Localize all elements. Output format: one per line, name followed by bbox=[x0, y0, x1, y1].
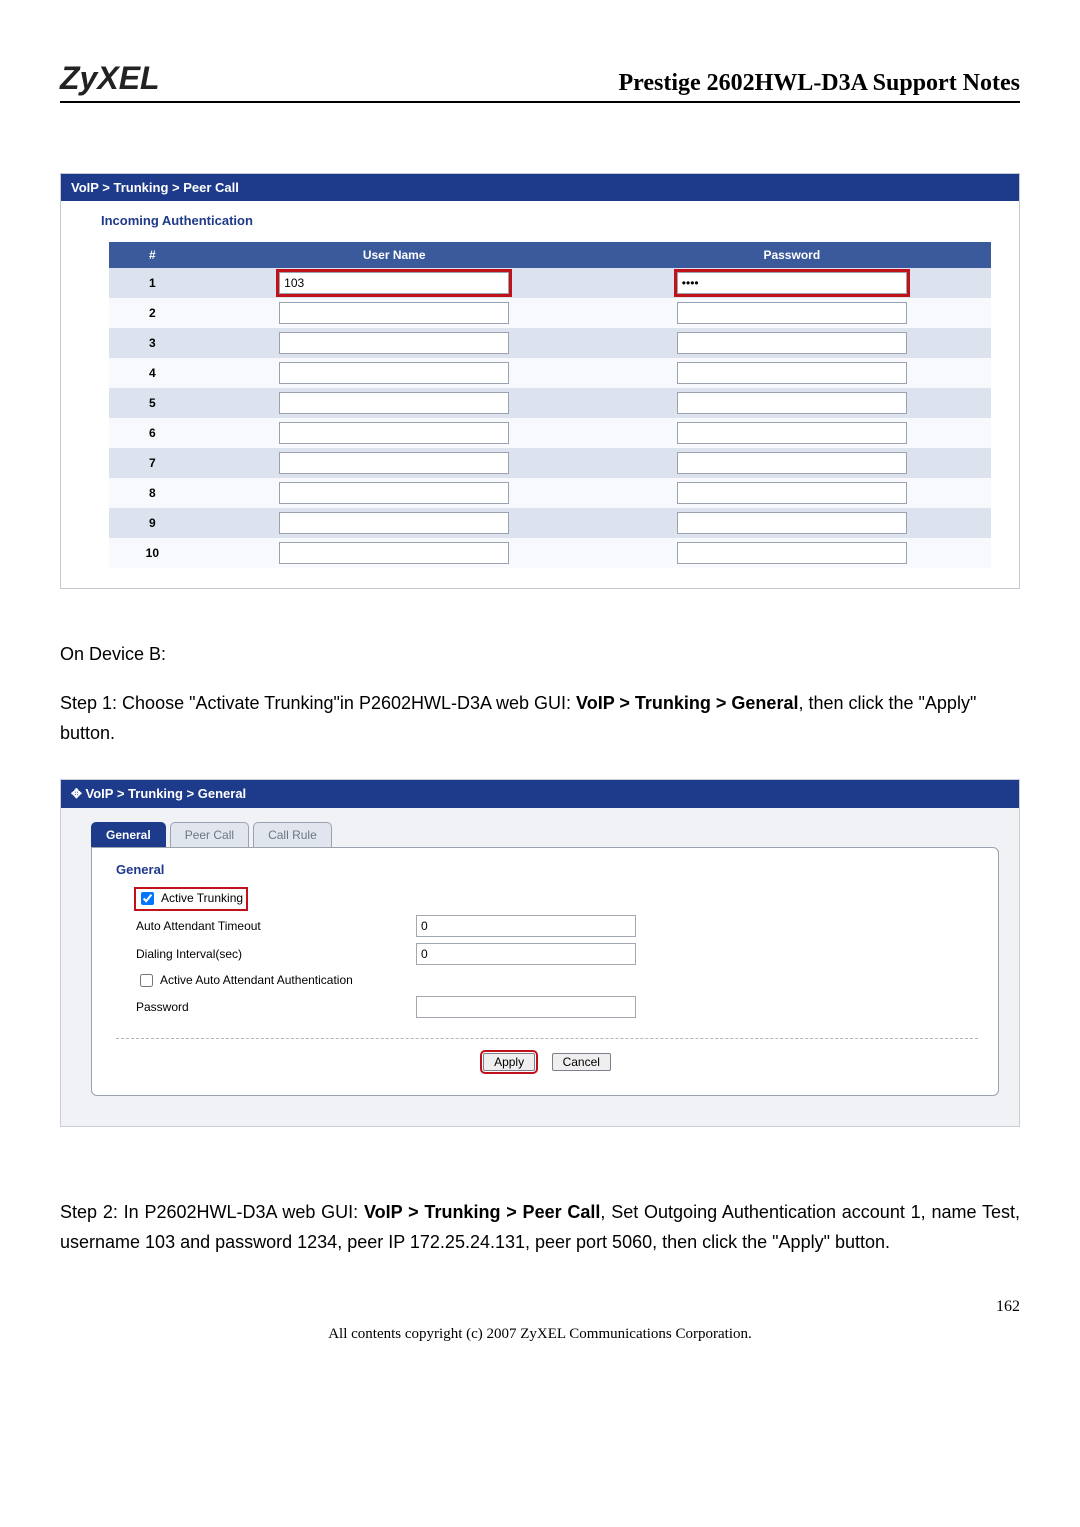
table-row: 5 bbox=[109, 388, 990, 418]
password-input[interactable] bbox=[677, 512, 907, 534]
password-input[interactable] bbox=[416, 996, 636, 1018]
password-input[interactable] bbox=[677, 272, 907, 294]
step2-text: Step 2: In P2602HWL-D3A web GUI: VoIP > … bbox=[60, 1197, 1020, 1258]
password-input[interactable] bbox=[677, 332, 907, 354]
username-input[interactable] bbox=[279, 422, 509, 444]
table-row: 8 bbox=[109, 478, 990, 508]
username-input[interactable] bbox=[279, 452, 509, 474]
breadcrumb: VoIP > Trunking > Peer Call bbox=[61, 174, 1019, 201]
password-input[interactable] bbox=[677, 542, 907, 564]
password-input[interactable] bbox=[677, 452, 907, 474]
table-row: 1 bbox=[109, 268, 990, 298]
apply-button[interactable]: Apply bbox=[483, 1053, 535, 1071]
password-label: Password bbox=[136, 1000, 416, 1014]
password-input[interactable] bbox=[677, 392, 907, 414]
username-input[interactable] bbox=[279, 362, 509, 384]
general-panel: ✥ VoIP > Trunking > General General Peer… bbox=[60, 779, 1020, 1127]
dialing-interval-label: Dialing Interval(sec) bbox=[136, 947, 416, 961]
col-username: User Name bbox=[195, 242, 593, 268]
page-number: 162 bbox=[60, 1298, 1020, 1316]
row-index: 8 bbox=[109, 478, 195, 508]
table-row: 7 bbox=[109, 448, 990, 478]
table-row: 2 bbox=[109, 298, 990, 328]
password-input[interactable] bbox=[677, 362, 907, 384]
tab-general[interactable]: General bbox=[91, 822, 166, 847]
tab-peer-call[interactable]: Peer Call bbox=[170, 822, 249, 847]
password-input[interactable] bbox=[677, 482, 907, 504]
username-input[interactable] bbox=[279, 482, 509, 504]
table-row: 3 bbox=[109, 328, 990, 358]
password-input[interactable] bbox=[677, 422, 907, 444]
cancel-button[interactable]: Cancel bbox=[552, 1053, 611, 1071]
active-trunking-label: Active Trunking bbox=[161, 891, 243, 905]
on-device-label: On Device B: bbox=[60, 639, 1020, 670]
step1-text: Step 1: Choose "Activate Trunking"in P26… bbox=[60, 688, 1020, 749]
password-input[interactable] bbox=[677, 302, 907, 324]
active-auth-label: Active Auto Attendant Authentication bbox=[160, 973, 353, 987]
username-input[interactable] bbox=[279, 542, 509, 564]
active-trunking-checkbox[interactable] bbox=[141, 892, 154, 905]
tab-bar: General Peer Call Call Rule bbox=[91, 822, 999, 847]
section-heading: Incoming Authentication bbox=[91, 205, 1009, 242]
row-index: 7 bbox=[109, 448, 195, 478]
username-input[interactable] bbox=[279, 272, 509, 294]
table-row: 10 bbox=[109, 538, 990, 568]
row-index: 2 bbox=[109, 298, 195, 328]
document-title: Prestige 2602HWL-D3A Support Notes bbox=[618, 70, 1020, 97]
table-row: 6 bbox=[109, 418, 990, 448]
auto-timeout-label: Auto Attendant Timeout bbox=[136, 919, 416, 933]
auto-timeout-input[interactable] bbox=[416, 915, 636, 937]
auth-table: # User Name Password 1 2 3 4 5 6 7 8 9 1… bbox=[109, 242, 990, 568]
copyright-text: All contents copyright (c) 2007 ZyXEL Co… bbox=[60, 1326, 1020, 1343]
row-index: 6 bbox=[109, 418, 195, 448]
col-index: # bbox=[109, 242, 195, 268]
brand-logo: ZyXEL bbox=[60, 60, 160, 97]
row-index: 4 bbox=[109, 358, 195, 388]
col-password: Password bbox=[593, 242, 991, 268]
row-index: 1 bbox=[109, 268, 195, 298]
breadcrumb: ✥ VoIP > Trunking > General bbox=[61, 780, 1019, 808]
row-index: 9 bbox=[109, 508, 195, 538]
username-input[interactable] bbox=[279, 512, 509, 534]
row-index: 10 bbox=[109, 538, 195, 568]
active-auth-checkbox[interactable] bbox=[140, 974, 153, 987]
row-index: 5 bbox=[109, 388, 195, 418]
dialing-interval-input[interactable] bbox=[416, 943, 636, 965]
table-row: 9 bbox=[109, 508, 990, 538]
tab-call-rule[interactable]: Call Rule bbox=[253, 822, 332, 847]
table-row: 4 bbox=[109, 358, 990, 388]
username-input[interactable] bbox=[279, 332, 509, 354]
username-input[interactable] bbox=[279, 302, 509, 324]
username-input[interactable] bbox=[279, 392, 509, 414]
crumb-icon: ✥ bbox=[71, 786, 82, 801]
peer-call-panel: VoIP > Trunking > Peer Call Incoming Aut… bbox=[60, 173, 1020, 589]
row-index: 3 bbox=[109, 328, 195, 358]
section-heading: General bbox=[116, 862, 978, 877]
